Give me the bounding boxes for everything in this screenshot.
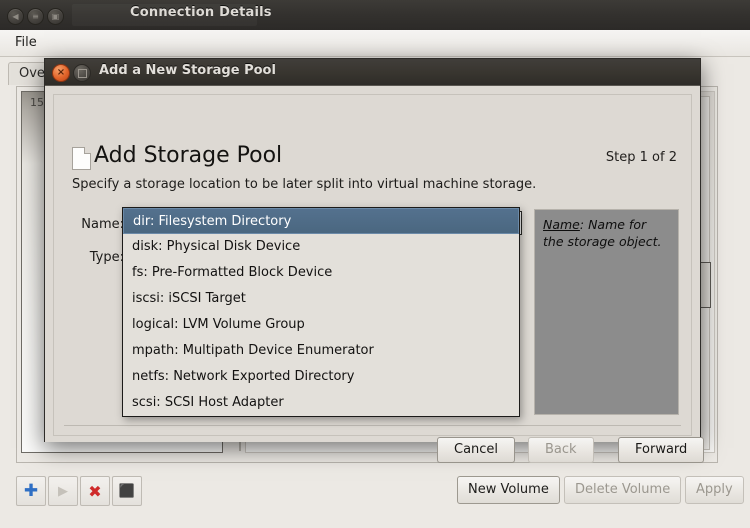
main-menubar: File	[0, 30, 750, 57]
cancel-button[interactable]: Cancel	[437, 437, 516, 463]
type-option-fs[interactable]: fs: Pre-Formatted Block Device	[123, 260, 519, 286]
storage-toolbar: ✚ ▶ ✖ ⬛ New Volume Delete Volume Apply	[8, 470, 744, 512]
type-option-logical[interactable]: logical: LVM Volume Group	[123, 312, 519, 338]
restore-window-icon: ▣	[51, 12, 60, 21]
plus-icon: ✚	[23, 481, 39, 501]
type-option-netfs[interactable]: netfs: Network Exported Directory	[123, 364, 519, 390]
window-restore-button[interactable]: ▣	[47, 8, 64, 25]
type-option-scsi[interactable]: scsi: SCSI Host Adapter	[123, 390, 519, 416]
dialog-title: Add a New Storage Pool	[99, 63, 276, 78]
type-option-disk[interactable]: disk: Physical Disk Device	[123, 234, 519, 260]
dialog-separator	[64, 425, 681, 426]
storage-pool-page-icon	[72, 147, 91, 170]
dialog-heading: Add Storage Pool	[94, 143, 283, 168]
type-option-dir[interactable]: dir: Filesystem Directory	[123, 208, 519, 234]
dialog-titlebar: × Add a New Storage Pool	[45, 59, 700, 85]
step-indicator: Step 1 of 2	[605, 150, 677, 165]
type-dropdown-popup[interactable]: dir: Filesystem Directory disk: Physical…	[122, 207, 520, 417]
hamburger-menu-icon: ≡	[32, 12, 39, 21]
help-term: Name	[543, 217, 580, 232]
window-back-button[interactable]: ◀	[7, 8, 24, 25]
main-window-title: Connection Details	[130, 5, 272, 20]
red-x-icon: ✖	[88, 481, 102, 501]
apply-button[interactable]: Apply	[685, 476, 744, 504]
main-window-titlebar: ◀ ≡ ▣ Connection Details	[0, 0, 750, 30]
stop-pool-button[interactable]: ⬛	[112, 476, 142, 506]
window-menu-button[interactable]: ≡	[27, 8, 44, 25]
name-field-label: Name:	[81, 217, 124, 232]
maximize-icon	[78, 69, 87, 78]
menu-item-file[interactable]: File	[10, 34, 42, 51]
dialog-close-button[interactable]: ×	[52, 64, 70, 82]
play-icon: ▶	[58, 483, 68, 499]
type-option-iscsi[interactable]: iscsi: iSCSI Target	[123, 286, 519, 312]
start-pool-button[interactable]: ▶	[48, 476, 78, 506]
screen-root: ◀ ≡ ▣ Connection Details File Ove 15% ✚ …	[0, 0, 750, 528]
help-text: Name: Name for the storage object.	[543, 216, 670, 250]
type-field-label: Type:	[89, 250, 124, 265]
delete-pool-button[interactable]: ✖	[80, 476, 110, 506]
dialog-maximize-button[interactable]	[73, 64, 91, 82]
type-option-mpath[interactable]: mpath: Multipath Device Enumerator	[123, 338, 519, 364]
back-arrow-icon: ◀	[12, 12, 19, 21]
field-help-pane: Name: Name for the storage object.	[534, 209, 679, 415]
add-pool-button[interactable]: ✚	[16, 476, 46, 506]
delete-volume-button[interactable]: Delete Volume	[564, 476, 682, 504]
back-button[interactable]: Back	[528, 437, 594, 463]
dialog-subtitle: Specify a storage location to be later s…	[72, 177, 537, 192]
stop-icon: ⬛	[118, 483, 136, 499]
close-icon: ×	[56, 67, 66, 78]
forward-button[interactable]: Forward	[618, 437, 705, 463]
new-volume-button[interactable]: New Volume	[457, 476, 560, 504]
